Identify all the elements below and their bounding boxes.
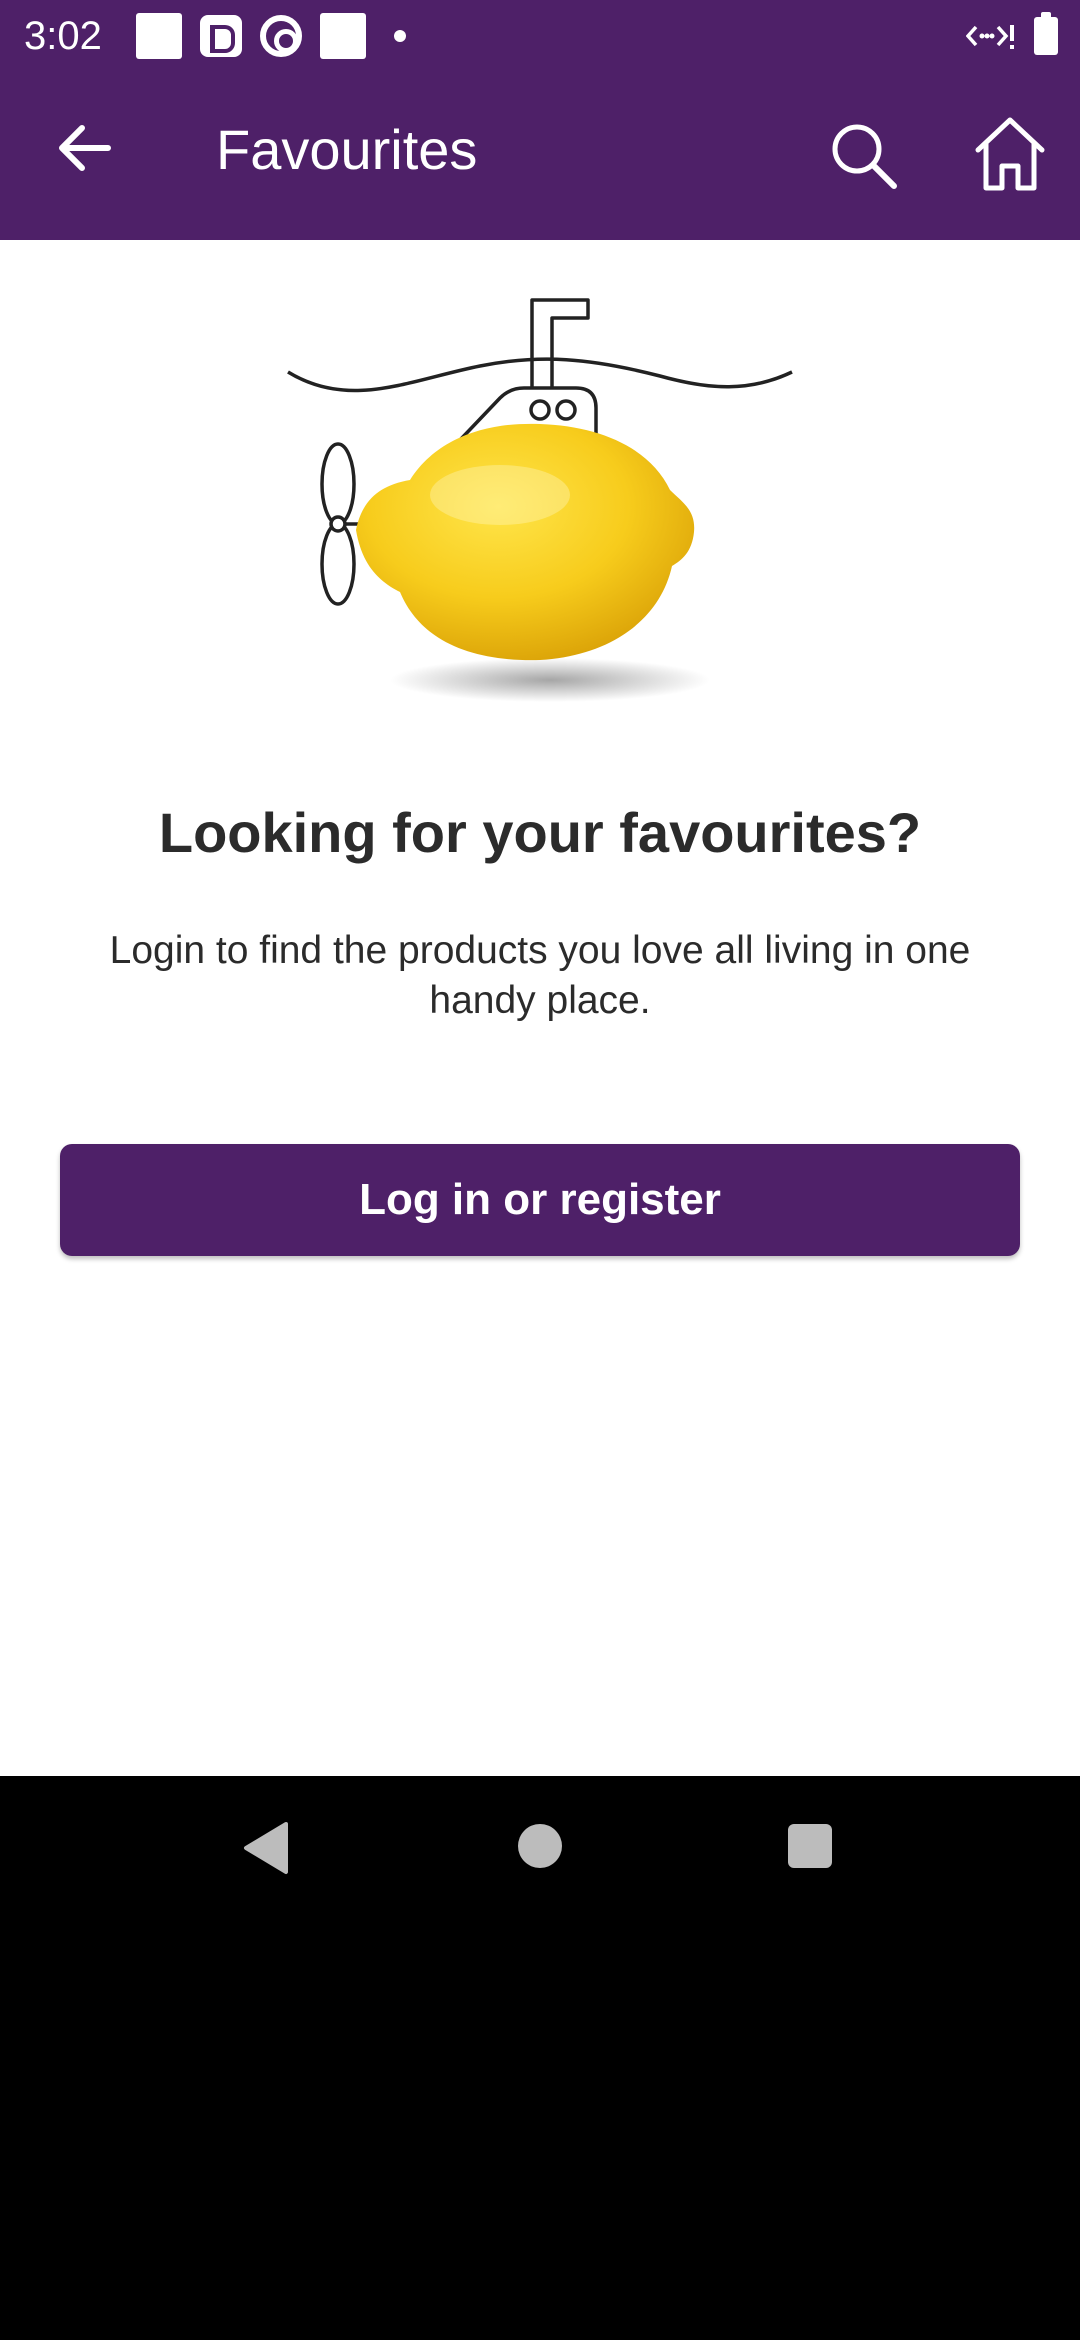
data-signal-icon: [966, 25, 1014, 49]
app-bar: [0, 72, 1080, 240]
status-system-icons: [966, 12, 1058, 58]
home-icon[interactable]: [968, 112, 1052, 196]
home-circle-icon[interactable]: [518, 1824, 562, 1868]
battery-icon: [1034, 12, 1058, 55]
login-register-button[interactable]: Log in or register: [60, 1144, 1020, 1256]
status-bar: 3:02: [0, 0, 1080, 72]
dot-icon: [394, 30, 406, 42]
status-notification-icons: [136, 12, 406, 60]
status-time: 3:02: [24, 14, 102, 58]
notification-square-icon: [136, 13, 182, 59]
target-icon: [260, 15, 302, 57]
page-title: Favourites: [216, 118, 478, 181]
back-triangle-icon[interactable]: [240, 1820, 290, 1876]
app-d-icon: [200, 15, 242, 57]
empty-state-heading: Looking for your favourites?: [158, 801, 922, 864]
empty-state-description: Login to find the products you love all …: [109, 929, 971, 1022]
notification-square-icon: [320, 13, 366, 59]
recents-square-icon[interactable]: [788, 1824, 832, 1868]
back-arrow-icon[interactable]: [48, 112, 120, 184]
search-icon[interactable]: [824, 116, 904, 196]
lemon-submarine-illustration: [287, 298, 793, 702]
